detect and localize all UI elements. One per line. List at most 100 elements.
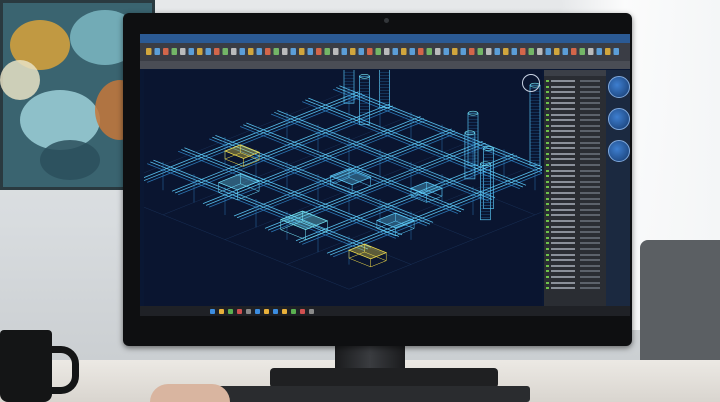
ribbon-tool-icon[interactable]	[494, 48, 501, 55]
ribbon-tool-icon[interactable]	[324, 48, 331, 55]
ribbon-tool-icon[interactable]	[520, 48, 526, 55]
ribbon-tool-icon[interactable]	[282, 48, 288, 55]
ribbon-tool-icon[interactable]	[222, 48, 229, 55]
property-row[interactable]	[546, 197, 604, 201]
ribbon-tool-icon[interactable]	[571, 48, 577, 55]
ribbon-tool-icon[interactable]	[375, 48, 382, 55]
navigation-wheel-icon[interactable]	[608, 76, 630, 98]
ribbon-tool-icon[interactable]	[214, 48, 220, 55]
ribbon-tool-icon[interactable]	[605, 48, 611, 55]
property-row[interactable]	[546, 264, 604, 268]
property-row[interactable]	[546, 241, 604, 245]
ribbon-tool-icon[interactable]	[588, 48, 594, 55]
ribbon-tool-icon[interactable]	[307, 48, 314, 55]
ribbon-tool-icon[interactable]	[205, 48, 212, 55]
ribbon-tool-icon[interactable]	[460, 48, 467, 55]
property-row[interactable]	[546, 85, 604, 89]
property-row[interactable]	[546, 258, 604, 262]
property-row[interactable]	[546, 107, 604, 111]
taskbar-app-icon[interactable]	[300, 309, 305, 314]
taskbar-app-icon[interactable]	[309, 309, 314, 314]
taskbar-app-icon[interactable]	[210, 309, 215, 314]
ribbon-tool-icon[interactable]	[409, 48, 416, 55]
property-row[interactable]	[546, 157, 604, 161]
ribbon-tool-icon[interactable]	[435, 48, 441, 55]
ribbon-tool-icon[interactable]	[528, 48, 535, 55]
ribbon-tool-icon[interactable]	[341, 48, 348, 55]
property-row[interactable]	[546, 124, 604, 128]
ribbon-tool-icon[interactable]	[469, 48, 475, 55]
ribbon-tool-icon[interactable]	[248, 48, 254, 55]
ribbon-tool-icon[interactable]	[333, 48, 339, 55]
ribbon-tool-icon[interactable]	[256, 48, 263, 55]
ribbon-tool-icon[interactable]	[163, 48, 169, 55]
ribbon-tool-icon[interactable]	[613, 48, 620, 55]
ribbon-tool-icon[interactable]	[231, 48, 237, 55]
property-row[interactable]	[546, 169, 604, 173]
ribbon-tool-icon[interactable]	[316, 48, 322, 55]
property-row[interactable]	[546, 208, 604, 212]
taskbar-app-icon[interactable]	[264, 309, 269, 314]
ribbon-tool-icon[interactable]	[265, 48, 271, 55]
ribbon-tool-icon[interactable]	[290, 48, 297, 55]
ribbon-tool-icon[interactable]	[146, 48, 152, 55]
ribbon-tool-icon[interactable]	[392, 48, 399, 55]
ribbon-tool-icon[interactable]	[358, 48, 365, 55]
taskbar-app-icon[interactable]	[282, 309, 287, 314]
property-row[interactable]	[546, 253, 604, 257]
taskbar-app-icon[interactable]	[246, 309, 251, 314]
property-row[interactable]	[546, 269, 604, 273]
ribbon-tool-icon[interactable]	[426, 48, 433, 55]
property-row[interactable]	[546, 191, 604, 195]
taskbar-app-icon[interactable]	[228, 309, 233, 314]
property-row[interactable]	[546, 247, 604, 251]
taskbar-app-icon[interactable]	[219, 309, 224, 314]
zoom-icon[interactable]	[608, 140, 630, 162]
ribbon-tool-icon[interactable]	[554, 48, 560, 55]
taskbar-app-icon[interactable]	[291, 309, 296, 314]
ribbon-tool-icon[interactable]	[596, 48, 603, 55]
ribbon-tool-icon[interactable]	[452, 48, 458, 55]
ribbon-tool-icon[interactable]	[443, 48, 450, 55]
property-row[interactable]	[546, 79, 604, 83]
ribbon-tool-icon[interactable]	[511, 48, 518, 55]
ribbon-tool-icon[interactable]	[299, 48, 305, 55]
property-row[interactable]	[546, 152, 604, 156]
property-row[interactable]	[546, 146, 604, 150]
taskbar-app-icon[interactable]	[237, 309, 242, 314]
compass-icon[interactable]	[522, 74, 540, 92]
ribbon-tool-icon[interactable]	[273, 48, 280, 55]
property-row[interactable]	[546, 163, 604, 167]
property-row[interactable]	[546, 281, 604, 285]
ribbon-tool-icon[interactable]	[477, 48, 484, 55]
property-row[interactable]	[546, 225, 604, 229]
property-row[interactable]	[546, 180, 604, 184]
ribbon-tool-icon[interactable]	[197, 48, 203, 55]
property-row[interactable]	[546, 90, 604, 94]
ribbon-tool-icon[interactable]	[350, 48, 356, 55]
property-row[interactable]	[546, 219, 604, 223]
property-row[interactable]	[546, 113, 604, 117]
taskbar-app-icon[interactable]	[255, 309, 260, 314]
ribbon-tool-icon[interactable]	[384, 48, 390, 55]
property-row[interactable]	[546, 275, 604, 279]
property-row[interactable]	[546, 118, 604, 122]
orbit-icon[interactable]	[608, 108, 630, 130]
ribbon-tool-icon[interactable]	[188, 48, 195, 55]
property-row[interactable]	[546, 213, 604, 217]
property-row[interactable]	[546, 135, 604, 139]
property-row[interactable]	[546, 174, 604, 178]
property-row[interactable]	[546, 202, 604, 206]
property-row[interactable]	[546, 101, 604, 105]
ribbon-tool-icon[interactable]	[180, 48, 186, 55]
property-row[interactable]	[546, 96, 604, 100]
ribbon-tool-icon[interactable]	[171, 48, 178, 55]
ribbon-tool-icon[interactable]	[367, 48, 373, 55]
3d-viewport[interactable]	[144, 70, 542, 306]
ribbon-tool-icon[interactable]	[486, 48, 492, 55]
taskbar-app-icon[interactable]	[273, 309, 278, 314]
property-row[interactable]	[546, 230, 604, 234]
ribbon-tool-icon[interactable]	[503, 48, 509, 55]
property-row[interactable]	[546, 129, 604, 133]
ribbon-tool-icon[interactable]	[537, 48, 543, 55]
